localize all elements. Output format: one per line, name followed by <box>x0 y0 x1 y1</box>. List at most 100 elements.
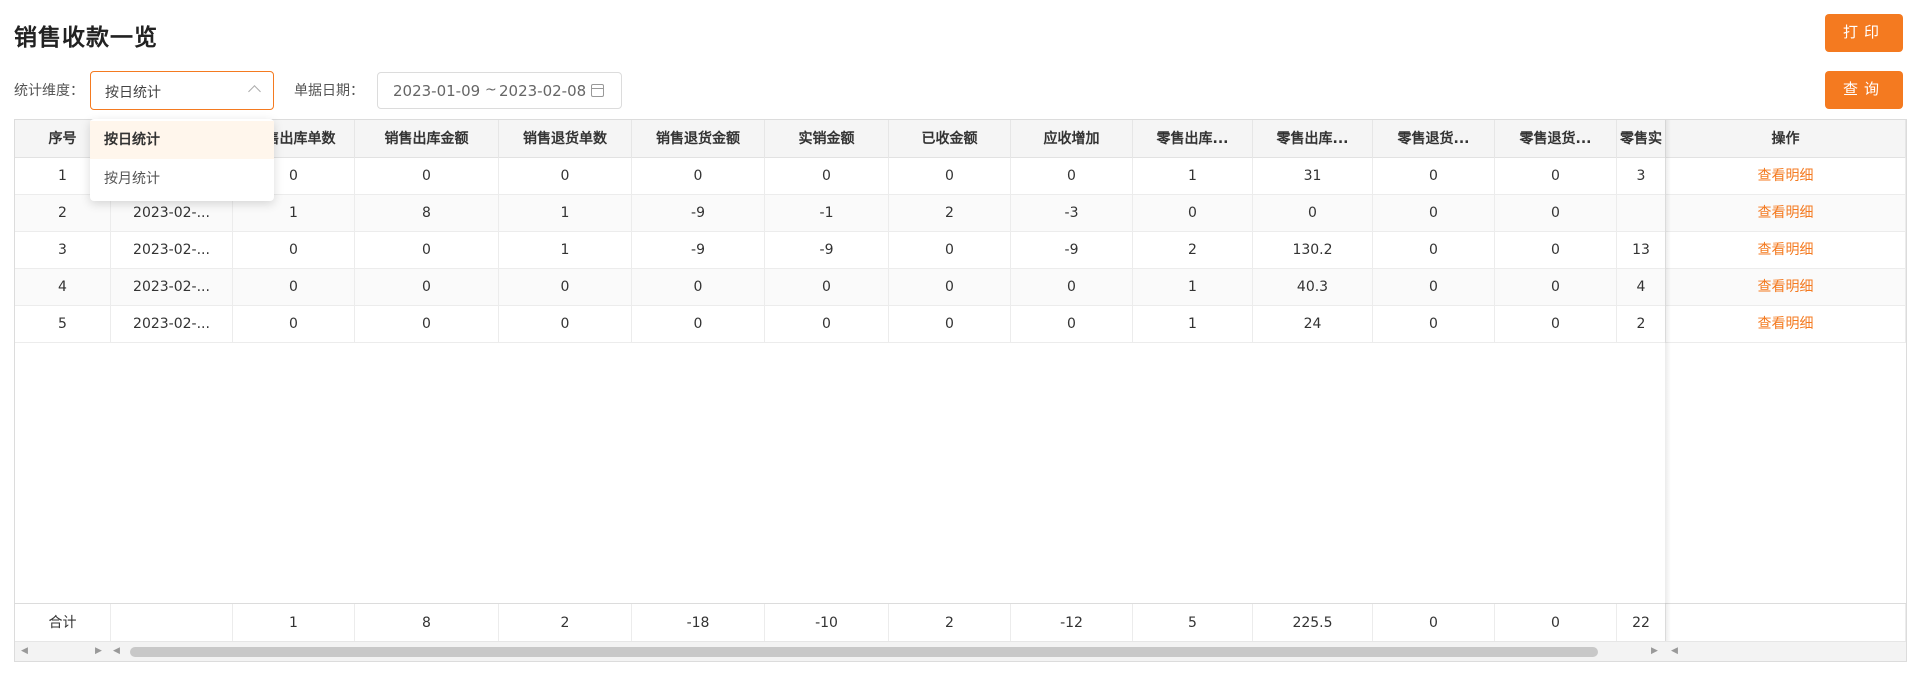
total-cell: -12 <box>1011 604 1133 642</box>
total-cell: -18 <box>632 604 765 642</box>
table-cell: 0 <box>233 306 355 343</box>
table-cell: -3 <box>1011 195 1133 232</box>
view-detail-link[interactable]: 查看明细 <box>1666 195 1906 232</box>
dropdown-option-monthly[interactable]: 按月统计 <box>90 160 274 198</box>
view-detail-link[interactable]: 查看明细 <box>1666 306 1906 343</box>
table-cell: 0 <box>1011 306 1133 343</box>
table-cell: -9 <box>632 195 765 232</box>
date-end-input[interactable]: 2023-02-08 <box>499 82 591 100</box>
total-cell: 2 <box>499 604 632 642</box>
table-cell: 0 <box>1373 269 1495 306</box>
scroll-left-icon[interactable]: ◀ <box>113 646 120 656</box>
view-detail-link[interactable]: 查看明细 <box>1666 269 1906 306</box>
table-cell: 0 <box>889 269 1011 306</box>
table-cell: 0 <box>233 269 355 306</box>
column-header: 实销金额 <box>765 120 889 158</box>
table-cell: 1 <box>1133 158 1253 195</box>
total-cell: 2 <box>889 604 1011 642</box>
table-cell: 0 <box>355 269 499 306</box>
column-header: 销售出库金额 <box>355 120 499 158</box>
column-header: 零售退货... <box>1373 120 1495 158</box>
table-cell: 0 <box>355 306 499 343</box>
table-cell: 0 <box>765 269 889 306</box>
column-header: 零售出库... <box>1253 120 1373 158</box>
table-cell: 2 <box>1133 232 1253 269</box>
table-cell: 1 <box>1133 306 1253 343</box>
fixed-column-shadow <box>1665 120 1671 641</box>
chevron-up-icon <box>248 85 261 98</box>
dimension-select[interactable]: 按日统计 <box>90 71 274 110</box>
column-header: 零售退货... <box>1495 120 1617 158</box>
table-cell: 2023-02-... <box>111 306 233 343</box>
table-cell: 0 <box>889 306 1011 343</box>
table-cell: 0 <box>1373 232 1495 269</box>
print-button[interactable]: 打印 <box>1825 14 1903 52</box>
scroll-left-icon[interactable]: ◀ <box>1671 646 1678 656</box>
table-cell: 0 <box>355 232 499 269</box>
date-label: 单据日期： <box>294 83 364 99</box>
table-cell: 2023-02-... <box>111 232 233 269</box>
table-cell: -9 <box>1011 232 1133 269</box>
table-cell: 130.2 <box>1253 232 1373 269</box>
scroll-right-icon[interactable]: ▶ <box>1651 646 1658 656</box>
table-cell: 4 <box>15 269 111 306</box>
table-cell: 3 <box>15 232 111 269</box>
table-cell: 1 <box>1133 269 1253 306</box>
total-cell: 0 <box>1373 604 1495 642</box>
horizontal-scrollbar[interactable]: ◀ ◀ ▶ ◀ ▶ <box>15 641 1906 661</box>
table-cell <box>1617 195 1666 232</box>
page: 销售收款一览 打印 查询 统计维度： 按日统计 单据日期： 2023-01-09… <box>0 0 1913 673</box>
table-cell: 4 <box>1617 269 1666 306</box>
total-cell: 225.5 <box>1253 604 1373 642</box>
table-row: 1 0 0 0 0 0 0 0 1 31 0 0 3 查看明细 <box>15 158 1906 195</box>
table-cell: 2023-02-... <box>111 269 233 306</box>
table-cell: 24 <box>1253 306 1373 343</box>
table-cell: 0 <box>355 158 499 195</box>
table-cell: 0 <box>1495 195 1617 232</box>
table-cell: 1 <box>499 232 632 269</box>
dropdown-option-daily[interactable]: 按日统计 <box>90 121 274 159</box>
column-header: 销售退货金额 <box>632 120 765 158</box>
column-header: 零售实 <box>1617 120 1666 158</box>
table-cell: 0 <box>632 269 765 306</box>
date-start-input[interactable]: 2023-01-09 <box>393 82 485 100</box>
sales-table: 序号日期销售出库单数销售出库金额销售退货单数销售退货金额实销金额已收金额应收增加… <box>14 119 1907 662</box>
total-cell: 5 <box>1133 604 1253 642</box>
table-cell: -9 <box>632 232 765 269</box>
query-button[interactable]: 查询 <box>1825 71 1903 109</box>
table-cell: 0 <box>233 232 355 269</box>
table-header: 序号日期销售出库单数销售出库金额销售退货单数销售退货金额实销金额已收金额应收增加… <box>15 120 1906 158</box>
dimension-select-value: 按日统计 <box>105 85 161 101</box>
view-detail-link[interactable]: 查看明细 <box>1666 158 1906 195</box>
table-cell: 0 <box>765 158 889 195</box>
table-cell: 0 <box>889 158 1011 195</box>
dimension-dropdown: 按日统计 按月统计 <box>90 119 274 201</box>
table-cell: -1 <box>765 195 889 232</box>
table-cell: 0 <box>765 306 889 343</box>
scrollbar-thumb[interactable] <box>130 647 1598 657</box>
column-header: 销售退货单数 <box>499 120 632 158</box>
scroll-left-icon[interactable]: ◀ <box>21 646 28 656</box>
table-cell: 0 <box>499 158 632 195</box>
table-cell: 0 <box>1495 269 1617 306</box>
table-cell: 0 <box>889 232 1011 269</box>
table-cell: 3 <box>1617 158 1666 195</box>
table-cell: 0 <box>1495 306 1617 343</box>
scroll-right-icon[interactable]: ▶ <box>95 646 102 656</box>
table-row: 5 2023-02-... 0 0 0 0 0 0 0 1 24 0 0 2 查看明细 <box>15 306 1906 343</box>
table-cell: 0 <box>632 306 765 343</box>
table-cell: 0 <box>1253 195 1373 232</box>
column-header: 应收增加 <box>1011 120 1133 158</box>
dimension-label: 统计维度： <box>14 83 84 99</box>
table-cell: 0 <box>1495 158 1617 195</box>
table-cell: 40.3 <box>1253 269 1373 306</box>
view-detail-link[interactable]: 查看明细 <box>1666 232 1906 269</box>
table-cell: 1 <box>499 195 632 232</box>
date-range-picker[interactable]: 2023-01-09 ~ 2023-02-08 <box>377 72 622 109</box>
table-footer: 合计 1 8 2 -18 -10 2 -12 5 225.5 0 0 22 <box>15 603 1906 642</box>
total-cell: 1 <box>233 604 355 642</box>
total-cell <box>111 604 233 642</box>
column-header: 操作 <box>1666 120 1906 158</box>
calendar-icon[interactable] <box>591 84 604 97</box>
table-cell: 0 <box>632 158 765 195</box>
